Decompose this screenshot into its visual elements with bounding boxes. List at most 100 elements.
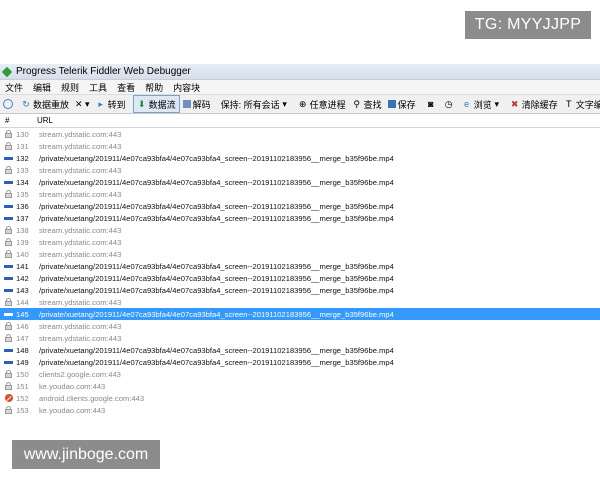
menu-content-blocks[interactable]: 内容块 <box>168 81 205 94</box>
column-header-num[interactable]: # <box>0 116 35 125</box>
title-bar: Progress Telerik Fiddler Web Debugger <box>0 64 600 80</box>
save-label: 保存 <box>397 99 416 110</box>
session-number: 148 <box>16 345 29 355</box>
text-wizard-label: 文字编/解 <box>575 99 600 110</box>
find-button[interactable]: ⚲ 查找 <box>349 96 385 112</box>
session-row[interactable]: 147 stream.ydstatic.com:443 <box>0 332 600 344</box>
goto-button[interactable]: ▸ 转到 <box>93 96 129 112</box>
watermark-top: TG: MYYJJPP <box>465 11 591 39</box>
session-row[interactable]: 148/private/xuetang/201911/4e07ca93bfa4/… <box>0 344 600 356</box>
lock-icon <box>4 370 13 379</box>
decode-button[interactable]: 解码 <box>180 96 214 112</box>
session-url: stream.ydstatic.com:443 <box>39 297 122 307</box>
menu-tools[interactable]: 工具 <box>84 81 112 94</box>
lock-icon <box>4 130 13 139</box>
lock-icon <box>4 250 13 259</box>
session-number: 146 <box>16 321 29 331</box>
session-row[interactable]: 139 stream.ydstatic.com:443 <box>0 236 600 248</box>
find-label: 查找 <box>363 99 382 110</box>
browse-button[interactable]: e 浏览 ▾ <box>459 96 507 112</box>
media-icon <box>4 202 13 211</box>
session-row[interactable]: 150 clients2.google.com:443 <box>0 368 600 380</box>
media-icon <box>4 214 13 223</box>
session-row[interactable]: 132/private/xuetang/201911/4e07ca93bfa4/… <box>0 152 600 164</box>
session-row[interactable]: 151 ke.youdao.com:443 <box>0 380 600 392</box>
session-row[interactable]: 146 stream.ydstatic.com:443 <box>0 320 600 332</box>
session-row[interactable]: 152 android.clients.google.com:443 <box>0 392 600 404</box>
keep-sessions-dropdown[interactable]: 保持: 所有会话 ▾ <box>218 96 295 112</box>
session-row[interactable]: 145/private/xuetang/201911/4e07ca93bfa4/… <box>0 308 600 320</box>
session-url: /private/xuetang/201911/4e07ca93bfa4/4e0… <box>39 273 394 283</box>
session-row[interactable]: 138 stream.ydstatic.com:443 <box>0 224 600 236</box>
session-list-header: # URL <box>0 114 600 128</box>
session-row[interactable]: 130 stream.ydstatic.com:443 <box>0 128 600 140</box>
goto-label: 转到 <box>107 99 126 110</box>
session-row[interactable]: 141/private/xuetang/201911/4e07ca93bfa4/… <box>0 260 600 272</box>
session-url: stream.ydstatic.com:443 <box>39 237 122 247</box>
menu-help[interactable]: 帮助 <box>140 81 168 94</box>
column-header-url[interactable]: URL <box>35 116 53 125</box>
media-icon <box>4 358 13 367</box>
remove-button[interactable]: ✕ ▾ <box>72 96 93 112</box>
browser-icon: e <box>464 99 470 109</box>
decode-icon <box>182 100 191 108</box>
session-row[interactable]: 149/private/xuetang/201911/4e07ca93bfa4/… <box>0 356 600 368</box>
clear-icon: ✖ <box>510 99 519 109</box>
session-number: 143 <box>16 285 29 295</box>
session-row[interactable]: 137/private/xuetang/201911/4e07ca93bfa4/… <box>0 212 600 224</box>
browse-label: 浏览 <box>473 99 492 110</box>
session-url: stream.ydstatic.com:443 <box>39 225 122 235</box>
binoculars-icon: ⚲ <box>353 99 360 109</box>
crosshair-icon: ⊕ <box>298 99 307 109</box>
clear-cache-button[interactable]: ✖ 清除缓存 <box>507 96 561 112</box>
session-number: 132 <box>16 153 29 163</box>
session-row[interactable]: 133 stream.ydstatic.com:443 <box>0 164 600 176</box>
replay-icon: ↻ <box>22 99 30 109</box>
save-icon <box>387 100 396 108</box>
session-row[interactable]: 140 stream.ydstatic.com:443 <box>0 248 600 260</box>
session-row[interactable]: 143/private/xuetang/201911/4e07ca93bfa4/… <box>0 284 600 296</box>
session-url: /private/xuetang/201911/4e07ca93bfa4/4e0… <box>39 177 394 187</box>
lock-icon <box>4 226 13 235</box>
session-url: stream.ydstatic.com:443 <box>39 321 122 331</box>
toolbar: ↻ 数据重放 ✕ ▾ ▸ 转到 ⬇ 数据流 解码 保持: 所有会话 ▾ ⊕ 任意进程 ⚲ 查… <box>0 95 600 114</box>
menu-rules[interactable]: 规则 <box>56 81 84 94</box>
session-url: /private/xuetang/201911/4e07ca93bfa4/4e0… <box>39 201 394 211</box>
timer-button[interactable]: ◷ <box>441 96 459 112</box>
session-row[interactable]: 135 stream.ydstatic.com:443 <box>0 188 600 200</box>
menu-view[interactable]: 查看 <box>112 81 140 94</box>
session-row[interactable]: 131 stream.ydstatic.com:443 <box>0 140 600 152</box>
media-icon <box>4 346 13 355</box>
session-row[interactable]: 153 ke.youdao.com:443 <box>0 404 600 416</box>
arrow-right-icon: ▸ <box>98 99 103 109</box>
chevron-down-icon: ▾ <box>282 99 287 109</box>
session-number: 131 <box>16 141 29 151</box>
stream-button[interactable]: ⬇ 数据流 <box>132 95 180 113</box>
session-row[interactable]: 136/private/xuetang/201911/4e07ca93bfa4/… <box>0 200 600 212</box>
session-number: 147 <box>16 333 29 343</box>
any-process-button[interactable]: ⊕ 任意进程 <box>295 96 349 112</box>
session-row[interactable]: 144 stream.ydstatic.com:443 <box>0 296 600 308</box>
session-url: /private/xuetang/201911/4e07ca93bfa4/4e0… <box>39 213 394 223</box>
session-number: 149 <box>16 357 29 367</box>
media-icon <box>4 154 13 163</box>
comment-button[interactable] <box>0 96 18 112</box>
menu-edit[interactable]: 编辑 <box>28 81 56 94</box>
session-url: stream.ydstatic.com:443 <box>39 189 122 199</box>
lock-icon <box>4 190 13 199</box>
session-url: stream.ydstatic.com:443 <box>39 333 122 343</box>
session-url: clients2.google.com:443 <box>39 369 121 379</box>
stream-label: 数据流 <box>148 99 176 110</box>
blocked-icon <box>4 394 13 403</box>
replay-button[interactable]: ↻ 数据重放 <box>18 96 72 112</box>
session-row[interactable]: 134/private/xuetang/201911/4e07ca93bfa4/… <box>0 176 600 188</box>
session-url: /private/xuetang/201911/4e07ca93bfa4/4e0… <box>39 309 394 319</box>
session-url: stream.ydstatic.com:443 <box>39 141 122 151</box>
session-number: 130 <box>16 129 29 139</box>
screenshot-button[interactable]: ◙ <box>423 96 441 112</box>
save-button[interactable]: 保存 <box>385 96 419 112</box>
menu-file[interactable]: 文件 <box>0 81 28 94</box>
session-row[interactable]: 142/private/xuetang/201911/4e07ca93bfa4/… <box>0 272 600 284</box>
text-wizard-button[interactable]: T文字编/解 <box>561 96 600 112</box>
session-url: /private/xuetang/201911/4e07ca93bfa4/4e0… <box>39 357 394 367</box>
